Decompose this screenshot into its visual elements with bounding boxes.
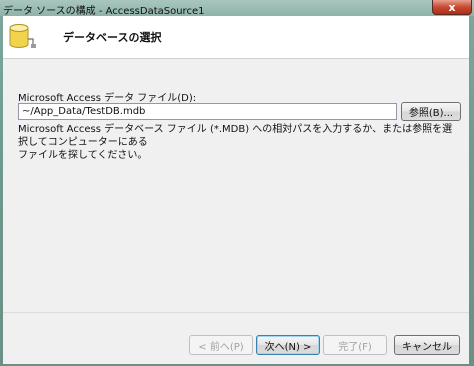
close-button[interactable]: x	[432, 0, 472, 15]
wizard-header: データベースの選択	[3, 16, 469, 59]
description-line-1: Microsoft Access データベース ファイル (*.MDB) への相…	[18, 124, 453, 148]
next-button[interactable]: 次へ(N) >	[256, 335, 320, 355]
cancel-button[interactable]: キャンセル	[394, 335, 460, 355]
browse-button[interactable]: 参照(B)...	[401, 102, 461, 121]
description-text: Microsoft Access データベース ファイル (*.MDB) への相…	[18, 123, 458, 162]
dialog-window: データ ソースの構成 - AccessDataSource1 x データベースの…	[0, 0, 474, 366]
finish-button[interactable]: 完了(F)	[323, 335, 387, 355]
window-title: データ ソースの構成 - AccessDataSource1	[3, 6, 205, 17]
path-input[interactable]	[18, 103, 397, 120]
dialog-client-area: データベースの選択 Microsoft Access データ ファイル(D): …	[3, 16, 469, 364]
previous-button[interactable]: < 前へ(P)	[189, 335, 253, 355]
description-line-2: ファイルを探してください。	[18, 150, 148, 161]
title-bar[interactable]: データ ソースの構成 - AccessDataSource1 x	[0, 0, 474, 17]
page-title: データベースの選択	[63, 31, 162, 44]
database-icon	[9, 24, 36, 48]
footer-divider	[3, 312, 469, 313]
path-field-label: Microsoft Access データ ファイル(D):	[18, 93, 197, 104]
close-icon: x	[448, 0, 456, 14]
